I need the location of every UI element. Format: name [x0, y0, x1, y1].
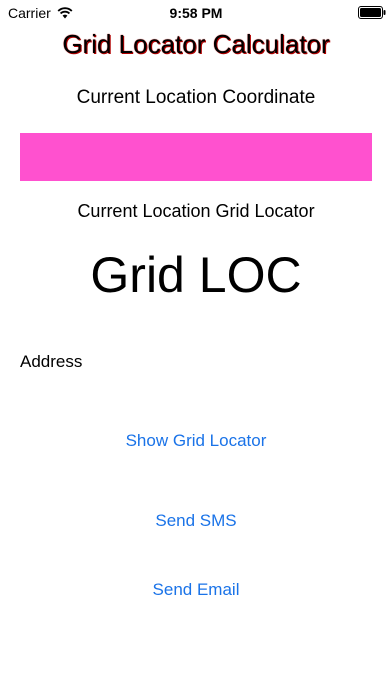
current-location-coordinate-label: Current Location Coordinate: [76, 87, 316, 108]
coordinate-display: [20, 133, 372, 181]
send-sms-button[interactable]: Send SMS: [0, 509, 392, 533]
address-label: Address: [20, 352, 83, 371]
send-email-button[interactable]: Send Email: [0, 578, 392, 602]
status-bar: Carrier 9:58 PM: [0, 0, 392, 26]
grid-locator-value: Grid LOC: [90, 247, 302, 303]
current-location-grid-locator-label: Current Location Grid Locator: [77, 201, 315, 221]
app-title: Grid Locator Calculator: [62, 29, 330, 59]
battery-icon: [358, 6, 386, 19]
status-time: 9:58 PM: [169, 5, 223, 21]
show-grid-locator-button[interactable]: Show Grid Locator: [0, 429, 392, 453]
